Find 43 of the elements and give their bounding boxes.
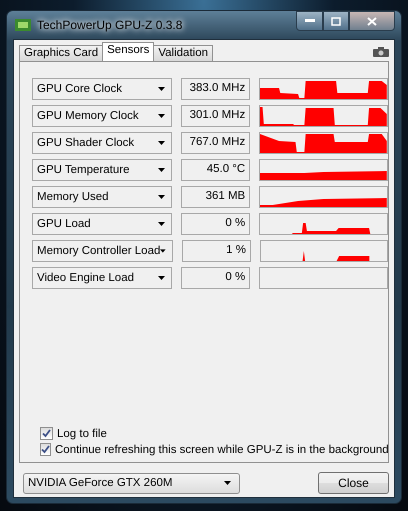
minimize-button[interactable]	[296, 11, 323, 31]
tab[interactable]: Validation	[153, 45, 213, 61]
device-select[interactable]: NVIDIA GeForce GTX 260M	[23, 472, 240, 494]
dropdown-arrow-icon	[158, 168, 165, 172]
checkbox-label: Continue refreshing this screen while GPU-Z is in the background	[55, 444, 389, 456]
checkbox[interactable]	[40, 427, 53, 440]
dropdown-arrow-icon	[158, 276, 165, 280]
window-title: TechPowerUp GPU-Z 0.3.8	[37, 18, 184, 32]
close-icon	[367, 16, 377, 26]
sensor-value: 301.0 MHz	[180, 105, 250, 127]
tab[interactable]: Sensors	[102, 42, 154, 61]
checkbox[interactable]	[40, 443, 51, 456]
checkbox-label: Log to file	[57, 428, 107, 440]
sensor-select[interactable]: Memory Used	[32, 186, 172, 208]
dropdown-arrow-icon	[224, 481, 231, 485]
sensor-select[interactable]: GPU Core Clock	[32, 78, 172, 100]
sensor-select[interactable]: Video Engine Load	[32, 267, 172, 289]
tab[interactable]: Graphics Card	[19, 45, 104, 61]
dropdown-arrow-icon	[158, 87, 165, 91]
close-button[interactable]: Close	[318, 472, 389, 494]
sensor-select[interactable]: GPU Temperature	[32, 159, 172, 181]
maximize-button[interactable]	[323, 11, 349, 31]
sensor-value: 0 %	[180, 213, 250, 235]
minimize-icon	[304, 19, 314, 23]
dropdown-arrow-icon	[158, 195, 165, 199]
dropdown-arrow-icon	[158, 141, 165, 145]
dropdown-arrow-icon	[160, 249, 166, 253]
sensor-value: 0 %	[180, 267, 250, 289]
sensor-select[interactable]: GPU Memory Clock	[32, 105, 172, 127]
sensor-value: 361 MB	[180, 186, 250, 208]
sensor-value: 45.0 °C	[180, 159, 250, 181]
sensor-value: 1 %	[182, 240, 251, 262]
sensor-value: 383.0 MHz	[180, 78, 250, 100]
app-icon	[15, 18, 31, 32]
sensor-value: 767.0 MHz	[180, 132, 250, 154]
sensor-select[interactable]: Memory Controller Load	[32, 240, 173, 262]
dropdown-arrow-icon	[158, 114, 165, 118]
close-window-button[interactable]	[349, 11, 395, 31]
sensor-select[interactable]: GPU Load	[32, 213, 172, 235]
sensor-select[interactable]: GPU Shader Clock	[32, 132, 172, 154]
dropdown-arrow-icon	[158, 222, 165, 226]
maximize-icon	[331, 16, 341, 26]
camera-icon[interactable]	[373, 46, 389, 56]
